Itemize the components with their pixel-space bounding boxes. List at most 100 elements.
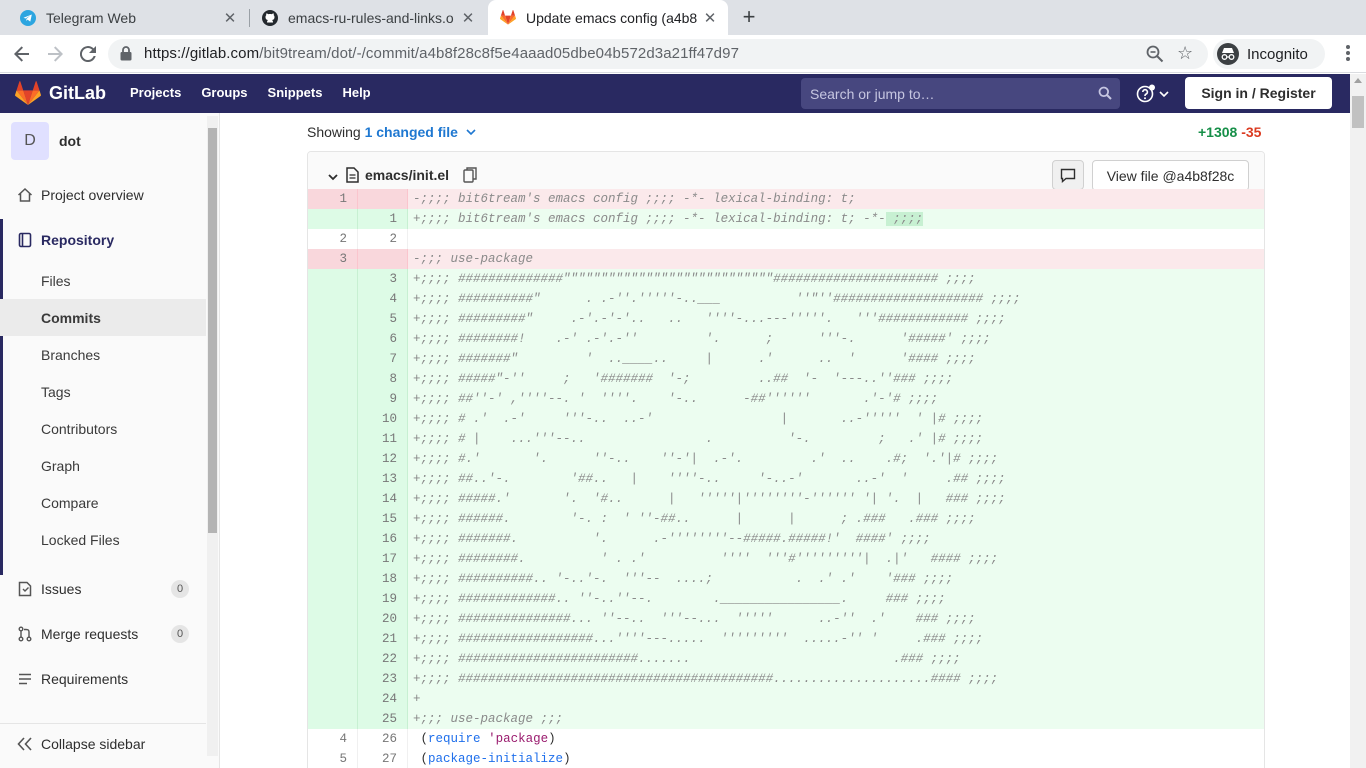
toggle-comments-button[interactable] bbox=[1052, 160, 1084, 190]
nav-help[interactable]: Help bbox=[342, 85, 370, 100]
sidebar-item-commits[interactable]: Commits bbox=[0, 299, 206, 336]
old-line-number[interactable] bbox=[308, 429, 358, 449]
old-line-number[interactable] bbox=[308, 709, 358, 729]
sidebar-item-files[interactable]: Files bbox=[0, 262, 206, 299]
collapse-sidebar-button[interactable]: Collapse sidebar bbox=[0, 723, 206, 763]
forward-button[interactable] bbox=[42, 41, 68, 67]
file-name[interactable]: emacs/init.el bbox=[365, 167, 449, 183]
new-line-number[interactable]: 14 bbox=[358, 489, 408, 509]
new-line-number[interactable]: 3 bbox=[358, 269, 408, 289]
new-line-number[interactable]: 25 bbox=[358, 709, 408, 729]
reload-button[interactable] bbox=[75, 41, 101, 67]
nav-snippets[interactable]: Snippets bbox=[268, 85, 323, 100]
sidebar-item-requirements[interactable]: Requirements bbox=[0, 660, 206, 697]
gitlab-home-link[interactable]: GitLab bbox=[15, 81, 106, 106]
new-line-number[interactable]: 11 bbox=[358, 429, 408, 449]
old-line-number[interactable] bbox=[308, 609, 358, 629]
old-line-number[interactable] bbox=[308, 269, 358, 289]
new-line-number[interactable]: 15 bbox=[358, 509, 408, 529]
old-line-number[interactable] bbox=[308, 329, 358, 349]
collapse-file-chevron-icon[interactable] bbox=[328, 169, 338, 185]
back-button[interactable] bbox=[9, 41, 35, 67]
old-line-number[interactable] bbox=[308, 529, 358, 549]
close-tab-icon[interactable]: ✕ bbox=[460, 9, 476, 27]
view-file-button[interactable]: View file @a4b8f28c bbox=[1092, 160, 1249, 191]
new-line-number[interactable]: 24 bbox=[358, 689, 408, 709]
old-line-number[interactable] bbox=[308, 389, 358, 409]
new-line-number[interactable]: 12 bbox=[358, 449, 408, 469]
new-line-number[interactable]: 23 bbox=[358, 669, 408, 689]
old-line-number[interactable] bbox=[308, 669, 358, 689]
sidebar-item-graph[interactable]: Graph bbox=[0, 447, 206, 484]
old-line-number[interactable] bbox=[308, 469, 358, 489]
old-line-number[interactable] bbox=[308, 369, 358, 389]
new-line-number[interactable] bbox=[358, 249, 408, 269]
old-line-number[interactable] bbox=[308, 309, 358, 329]
new-line-number[interactable]: 21 bbox=[358, 629, 408, 649]
browser-menu-icon[interactable] bbox=[1346, 45, 1350, 63]
address-bar[interactable]: https://gitlab.com/bit9tream/dot/-/commi… bbox=[108, 39, 1208, 69]
close-tab-icon[interactable]: ✕ bbox=[702, 9, 718, 27]
page-scrollbar[interactable] bbox=[1350, 74, 1366, 768]
help-dropdown[interactable] bbox=[1136, 84, 1169, 104]
new-line-number[interactable]: 2 bbox=[358, 229, 408, 249]
close-tab-icon[interactable]: ✕ bbox=[222, 9, 238, 27]
sidebar-item-tags[interactable]: Tags bbox=[0, 373, 206, 410]
search-input[interactable] bbox=[801, 78, 1091, 109]
old-line-number[interactable] bbox=[308, 489, 358, 509]
old-line-number[interactable] bbox=[308, 509, 358, 529]
copy-file-path-icon[interactable] bbox=[463, 167, 477, 186]
sidebar-item-project-overview[interactable]: Project overview bbox=[0, 176, 206, 213]
new-line-number[interactable]: 22 bbox=[358, 649, 408, 669]
new-line-number[interactable]: 5 bbox=[358, 309, 408, 329]
new-line-number[interactable]: 19 bbox=[358, 589, 408, 609]
new-line-number[interactable]: 7 bbox=[358, 349, 408, 369]
old-line-number[interactable] bbox=[308, 549, 358, 569]
sidebar-item-compare[interactable]: Compare bbox=[0, 484, 206, 521]
old-line-number[interactable]: 3 bbox=[308, 249, 358, 269]
sidebar-item-issues[interactable]: Issues 0 bbox=[0, 570, 206, 607]
new-line-number[interactable]: 18 bbox=[358, 569, 408, 589]
nav-projects[interactable]: Projects bbox=[130, 85, 181, 100]
new-line-number[interactable]: 26 bbox=[358, 729, 408, 749]
new-tab-button[interactable]: + bbox=[737, 6, 761, 30]
zoom-icon[interactable] bbox=[1146, 45, 1164, 66]
sidebar-item-locked-files[interactable]: Locked Files bbox=[0, 521, 206, 558]
sidebar-item-repository[interactable]: Repository bbox=[0, 221, 206, 258]
old-line-number[interactable] bbox=[308, 649, 358, 669]
old-line-number[interactable] bbox=[308, 629, 358, 649]
old-line-number[interactable] bbox=[308, 409, 358, 429]
sidebar-project-header[interactable]: D dot bbox=[11, 122, 81, 160]
tab-gitlab-commit[interactable]: Update emacs config (a4b8 ✕ bbox=[488, 0, 728, 35]
new-line-number[interactable] bbox=[358, 189, 408, 209]
old-line-number[interactable]: 2 bbox=[308, 229, 358, 249]
new-line-number[interactable]: 17 bbox=[358, 549, 408, 569]
new-line-number[interactable]: 10 bbox=[358, 409, 408, 429]
old-line-number[interactable] bbox=[308, 689, 358, 709]
old-line-number[interactable] bbox=[308, 209, 358, 229]
new-line-number[interactable]: 27 bbox=[358, 749, 408, 768]
sidebar-item-merge-requests[interactable]: Merge requests 0 bbox=[0, 615, 206, 652]
sign-in-register-button[interactable]: Sign in / Register bbox=[1185, 77, 1332, 109]
sidebar-item-contributors[interactable]: Contributors bbox=[0, 410, 206, 447]
incognito-profile-button[interactable]: Incognito bbox=[1213, 39, 1325, 69]
old-line-number[interactable]: 1 bbox=[308, 189, 358, 209]
new-line-number[interactable]: 6 bbox=[358, 329, 408, 349]
changed-files-dropdown[interactable]: 1 changed file bbox=[365, 124, 476, 140]
sidebar-scrollbar[interactable] bbox=[207, 116, 218, 756]
new-line-number[interactable]: 20 bbox=[358, 609, 408, 629]
old-line-number[interactable] bbox=[308, 289, 358, 309]
old-line-number[interactable] bbox=[308, 589, 358, 609]
new-line-number[interactable]: 1 bbox=[358, 209, 408, 229]
old-line-number[interactable] bbox=[308, 569, 358, 589]
tab-telegram[interactable]: Telegram Web ✕ bbox=[8, 0, 248, 35]
new-line-number[interactable]: 13 bbox=[358, 469, 408, 489]
old-line-number[interactable] bbox=[308, 449, 358, 469]
old-line-number[interactable]: 4 bbox=[308, 729, 358, 749]
old-line-number[interactable]: 5 bbox=[308, 749, 358, 768]
sidebar-item-branches[interactable]: Branches bbox=[0, 336, 206, 373]
old-line-number[interactable] bbox=[308, 349, 358, 369]
tab-github[interactable]: emacs-ru-rules-and-links.o ✕ bbox=[250, 0, 486, 35]
new-line-number[interactable]: 9 bbox=[358, 389, 408, 409]
nav-groups[interactable]: Groups bbox=[201, 85, 247, 100]
